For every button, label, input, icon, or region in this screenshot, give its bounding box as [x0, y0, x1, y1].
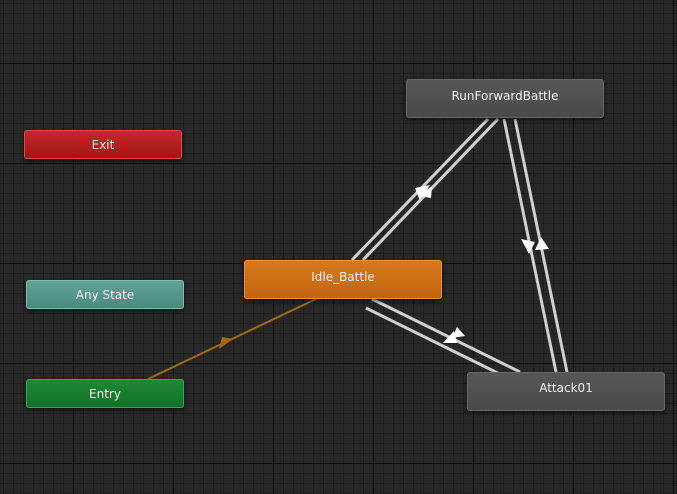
arrow-head-icon: [521, 239, 535, 254]
transition-attack01-to-idle-battle[interactable]: [365, 306, 515, 383]
transition-attack01-to-run-forward-battle[interactable]: [513, 118, 569, 373]
transition-layer: [147, 117, 569, 383]
state-run-forward-battle[interactable]: RunForwardBattle: [406, 79, 604, 118]
state-any-state[interactable]: Any State: [26, 280, 184, 309]
animator-graph-canvas[interactable]: Exit Any State Entry Idle_Battle RunForw…: [0, 0, 677, 494]
arrow-head-icon: [535, 237, 549, 250]
state-label: Idle_Battle: [311, 270, 375, 284]
arrow-head-icon: [219, 337, 233, 349]
state-attack01[interactable]: Attack01: [467, 372, 665, 411]
transition-entry-to-idle-battle[interactable]: [147, 297, 319, 380]
state-label: RunForwardBattle: [451, 89, 559, 103]
state-label: Exit: [91, 137, 115, 152]
state-exit[interactable]: Exit: [24, 130, 182, 159]
transition-idle-battle-to-attack01[interactable]: [371, 297, 521, 374]
state-label: Any State: [75, 287, 135, 302]
transition-idle-battle-to-run-forward-battle[interactable]: [350, 117, 490, 262]
state-entry[interactable]: Entry: [26, 379, 184, 408]
transition-run-forward-battle-to-attack01[interactable]: [502, 118, 558, 373]
transition-run-forward-battle-to-idle-battle[interactable]: [361, 117, 500, 262]
state-idle-battle[interactable]: Idle_Battle: [244, 260, 442, 299]
state-label: Entry: [89, 386, 121, 401]
state-label: Attack01: [539, 381, 593, 395]
